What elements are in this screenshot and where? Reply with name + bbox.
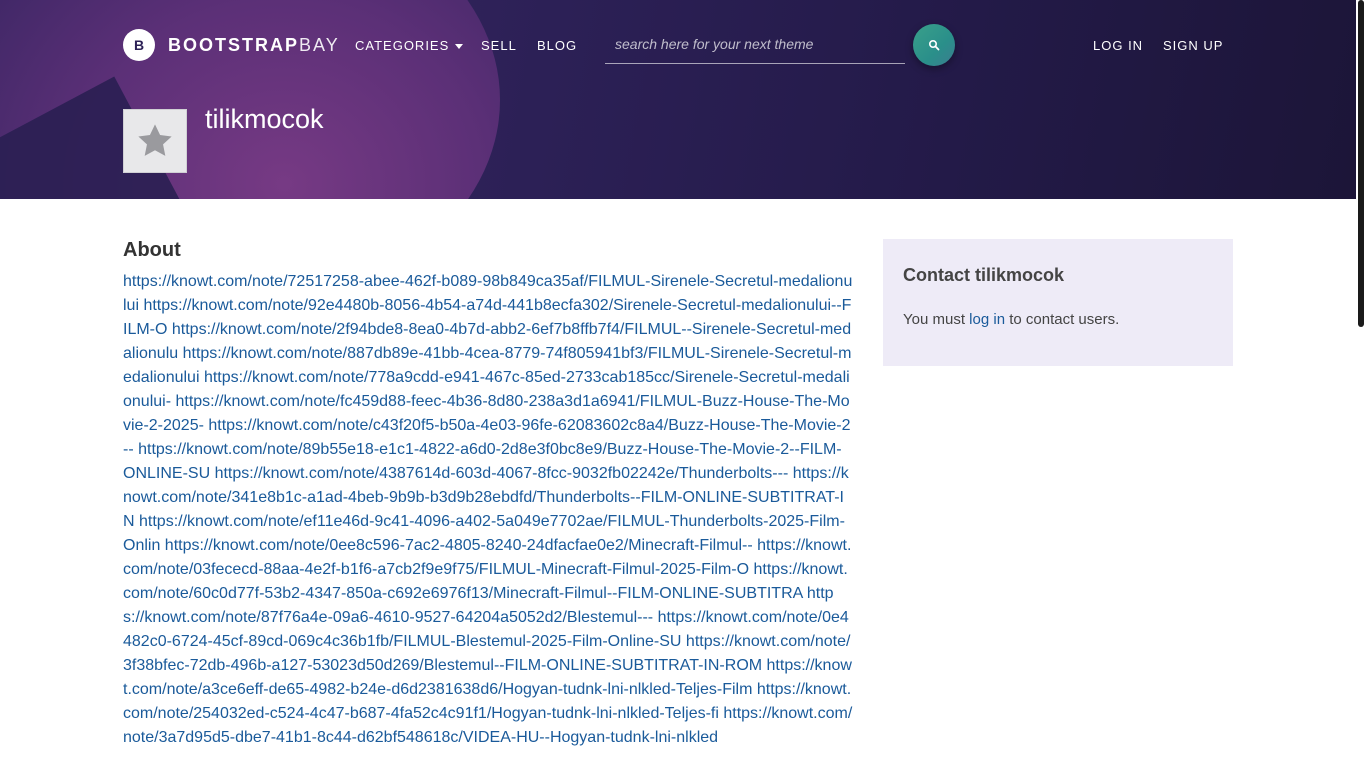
caret-down-icon	[455, 44, 464, 50]
logo-icon: B	[123, 29, 155, 61]
search-button[interactable]	[913, 24, 955, 66]
about-text: https://knowt.com/note/72517258-abee-462…	[123, 270, 853, 750]
profile-username: tilikmocok	[205, 104, 324, 134]
search-icon	[928, 39, 940, 51]
about-section: About https://knowt.com/note/72517258-ab…	[123, 239, 853, 750]
contact-panel: Contact tilikmocok You must log in to co…	[883, 239, 1233, 366]
nav-categories-dropdown[interactable]: CATEGORIES	[355, 38, 464, 53]
scrollbar-thumb[interactable]	[1358, 0, 1364, 327]
contact-message: You must log in to contact users.	[903, 311, 1120, 328]
star-icon	[138, 124, 172, 156]
signup-link[interactable]: SIGN UP	[1163, 38, 1223, 53]
brand-name: BOOTSTRAPBAY	[168, 34, 340, 55]
search-input[interactable]	[605, 28, 915, 60]
brand-logo[interactable]: B BOOTSTRAPBAY	[123, 29, 340, 61]
search-field	[605, 28, 915, 64]
avatar	[123, 109, 187, 173]
page-scrollbar[interactable]	[1356, 0, 1366, 768]
nav-blog-link[interactable]: BLOG	[537, 38, 577, 53]
nav-sell-link[interactable]: SELL	[481, 38, 517, 53]
about-heading: About	[123, 239, 181, 261]
contact-heading: Contact tilikmocok	[903, 265, 1065, 285]
contact-login-link[interactable]: log in	[969, 311, 1005, 328]
top-navbar: B BOOTSTRAPBAY CATEGORIES SELL BLOG LOG …	[0, 0, 1356, 90]
about-links[interactable]: https://knowt.com/note/72517258-abee-462…	[123, 273, 852, 746]
login-link[interactable]: LOG IN	[1093, 38, 1143, 53]
